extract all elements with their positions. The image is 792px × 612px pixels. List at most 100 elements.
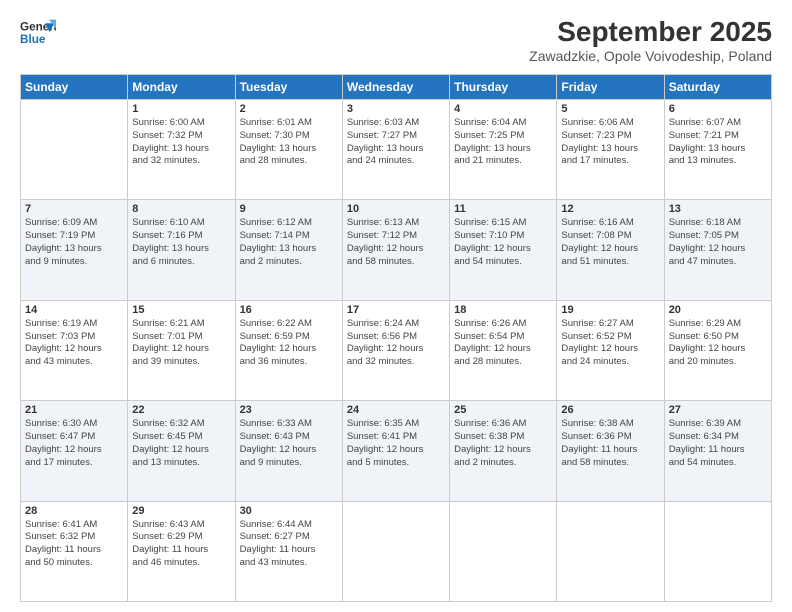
day-info: Sunrise: 6:09 AM Sunset: 7:19 PM Dayligh… bbox=[25, 217, 123, 268]
day-info: Sunrise: 6:35 AM Sunset: 6:41 PM Dayligh… bbox=[347, 418, 445, 469]
day-number: 13 bbox=[669, 203, 767, 215]
day-number: 6 bbox=[669, 103, 767, 115]
day-info: Sunrise: 6:10 AM Sunset: 7:16 PM Dayligh… bbox=[132, 217, 230, 268]
calendar-cell: 30 Sunrise: 6:44 AM Sunset: 6:27 PM Dayli… bbox=[235, 501, 342, 601]
day-number: 22 bbox=[132, 404, 230, 416]
day-info: Sunrise: 6:12 AM Sunset: 7:14 PM Dayligh… bbox=[240, 217, 338, 268]
day-info: Sunrise: 6:29 AM Sunset: 6:50 PM Dayligh… bbox=[669, 318, 767, 369]
calendar-cell bbox=[21, 100, 128, 200]
day-info: Sunrise: 6:24 AM Sunset: 6:56 PM Dayligh… bbox=[347, 318, 445, 369]
day-number: 30 bbox=[240, 505, 338, 517]
col-header-monday: Monday bbox=[128, 75, 235, 100]
day-number: 28 bbox=[25, 505, 123, 517]
calendar-cell: 10 Sunrise: 6:13 AM Sunset: 7:12 PM Dayli… bbox=[342, 200, 449, 300]
day-number: 17 bbox=[347, 304, 445, 316]
day-number: 10 bbox=[347, 203, 445, 215]
calendar-cell: 24 Sunrise: 6:35 AM Sunset: 6:41 PM Dayli… bbox=[342, 401, 449, 501]
day-number: 9 bbox=[240, 203, 338, 215]
calendar-cell: 6 Sunrise: 6:07 AM Sunset: 7:21 PM Daylig… bbox=[664, 100, 771, 200]
calendar-cell: 3Sunrise: 6:03 AM Sunset: 7:27 PM Daylig… bbox=[342, 100, 449, 200]
day-info: Sunrise: 6:30 AM Sunset: 6:47 PM Dayligh… bbox=[25, 418, 123, 469]
calendar-table: SundayMondayTuesdayWednesdayThursdayFrid… bbox=[20, 74, 772, 602]
day-info: Sunrise: 6:36 AM Sunset: 6:38 PM Dayligh… bbox=[454, 418, 552, 469]
calendar-cell: 8 Sunrise: 6:10 AM Sunset: 7:16 PM Daylig… bbox=[128, 200, 235, 300]
calendar-cell: 28 Sunrise: 6:41 AM Sunset: 6:32 PM Dayli… bbox=[21, 501, 128, 601]
calendar-cell: 9 Sunrise: 6:12 AM Sunset: 7:14 PM Daylig… bbox=[235, 200, 342, 300]
day-info: Sunrise: 6:06 AM Sunset: 7:23 PM Dayligh… bbox=[561, 117, 659, 168]
calendar-cell bbox=[450, 501, 557, 601]
calendar-cell: 23 Sunrise: 6:33 AM Sunset: 6:43 PM Dayli… bbox=[235, 401, 342, 501]
month-title: September 2025 bbox=[529, 16, 772, 48]
logo: General Blue bbox=[20, 16, 56, 52]
day-number: 26 bbox=[561, 404, 659, 416]
calendar-cell: 5 Sunrise: 6:06 AM Sunset: 7:23 PM Daylig… bbox=[557, 100, 664, 200]
day-info: Sunrise: 6:33 AM Sunset: 6:43 PM Dayligh… bbox=[240, 418, 338, 469]
day-number: 8 bbox=[132, 203, 230, 215]
day-info: Sunrise: 6:07 AM Sunset: 7:21 PM Dayligh… bbox=[669, 117, 767, 168]
calendar-cell: 2 Sunrise: 6:01 AM Sunset: 7:30 PM Daylig… bbox=[235, 100, 342, 200]
day-number: 29 bbox=[132, 505, 230, 517]
calendar-cell: 18 Sunrise: 6:26 AM Sunset: 6:54 PM Dayli… bbox=[450, 300, 557, 400]
day-number: 7 bbox=[25, 203, 123, 215]
calendar-cell bbox=[557, 501, 664, 601]
day-number: 4 bbox=[454, 103, 552, 115]
col-header-wednesday: Wednesday bbox=[342, 75, 449, 100]
calendar-cell: 12Sunrise: 6:16 AM Sunset: 7:08 PM Dayli… bbox=[557, 200, 664, 300]
day-info: Sunrise: 6:18 AM Sunset: 7:05 PM Dayligh… bbox=[669, 217, 767, 268]
col-header-tuesday: Tuesday bbox=[235, 75, 342, 100]
day-number: 19 bbox=[561, 304, 659, 316]
calendar-cell bbox=[664, 501, 771, 601]
day-info: Sunrise: 6:15 AM Sunset: 7:10 PM Dayligh… bbox=[454, 217, 552, 268]
logo-icon: General Blue bbox=[20, 16, 56, 52]
day-info: Sunrise: 6:21 AM Sunset: 7:01 PM Dayligh… bbox=[132, 318, 230, 369]
day-info: Sunrise: 6:41 AM Sunset: 6:32 PM Dayligh… bbox=[25, 519, 123, 570]
day-info: Sunrise: 6:22 AM Sunset: 6:59 PM Dayligh… bbox=[240, 318, 338, 369]
day-number: 11 bbox=[454, 203, 552, 215]
day-number: 14 bbox=[25, 304, 123, 316]
col-header-thursday: Thursday bbox=[450, 75, 557, 100]
col-header-friday: Friday bbox=[557, 75, 664, 100]
day-info: Sunrise: 6:27 AM Sunset: 6:52 PM Dayligh… bbox=[561, 318, 659, 369]
calendar-cell: 11 Sunrise: 6:15 AM Sunset: 7:10 PM Dayli… bbox=[450, 200, 557, 300]
calendar-cell: 29 Sunrise: 6:43 AM Sunset: 6:29 PM Dayli… bbox=[128, 501, 235, 601]
calendar-cell: 26 Sunrise: 6:38 AM Sunset: 6:36 PM Dayli… bbox=[557, 401, 664, 501]
svg-text:Blue: Blue bbox=[20, 33, 46, 46]
day-info: Sunrise: 6:39 AM Sunset: 6:34 PM Dayligh… bbox=[669, 418, 767, 469]
day-number: 3 bbox=[347, 103, 445, 115]
day-info: Sunrise: 6:32 AM Sunset: 6:45 PM Dayligh… bbox=[132, 418, 230, 469]
calendar-cell: 25 Sunrise: 6:36 AM Sunset: 6:38 PM Dayli… bbox=[450, 401, 557, 501]
calendar-cell bbox=[342, 501, 449, 601]
col-header-saturday: Saturday bbox=[664, 75, 771, 100]
day-info: Sunrise: 6:16 AM Sunset: 7:08 PM Dayligh… bbox=[561, 217, 659, 268]
calendar-cell: 27Sunrise: 6:39 AM Sunset: 6:34 PM Dayli… bbox=[664, 401, 771, 501]
day-info: Sunrise: 6:38 AM Sunset: 6:36 PM Dayligh… bbox=[561, 418, 659, 469]
day-number: 24 bbox=[347, 404, 445, 416]
day-number: 16 bbox=[240, 304, 338, 316]
calendar-cell: 20 Sunrise: 6:29 AM Sunset: 6:50 PM Dayli… bbox=[664, 300, 771, 400]
day-number: 18 bbox=[454, 304, 552, 316]
calendar-cell: 16 Sunrise: 6:22 AM Sunset: 6:59 PM Dayli… bbox=[235, 300, 342, 400]
day-number: 20 bbox=[669, 304, 767, 316]
day-info: Sunrise: 6:26 AM Sunset: 6:54 PM Dayligh… bbox=[454, 318, 552, 369]
calendar-cell: 4Sunrise: 6:04 AM Sunset: 7:25 PM Daylig… bbox=[450, 100, 557, 200]
day-info: Sunrise: 6:19 AM Sunset: 7:03 PM Dayligh… bbox=[25, 318, 123, 369]
title-block: September 2025 Zawadzkie, Opole Voivodes… bbox=[529, 16, 772, 64]
day-number: 5 bbox=[561, 103, 659, 115]
calendar-cell: 14 Sunrise: 6:19 AM Sunset: 7:03 PM Dayli… bbox=[21, 300, 128, 400]
calendar-cell: 21Sunrise: 6:30 AM Sunset: 6:47 PM Dayli… bbox=[21, 401, 128, 501]
col-header-sunday: Sunday bbox=[21, 75, 128, 100]
day-number: 1 bbox=[132, 103, 230, 115]
calendar-cell: 17 Sunrise: 6:24 AM Sunset: 6:56 PM Dayli… bbox=[342, 300, 449, 400]
calendar-cell: 1 Sunrise: 6:00 AM Sunset: 7:32 PM Daylig… bbox=[128, 100, 235, 200]
day-info: Sunrise: 6:43 AM Sunset: 6:29 PM Dayligh… bbox=[132, 519, 230, 570]
day-info: Sunrise: 6:13 AM Sunset: 7:12 PM Dayligh… bbox=[347, 217, 445, 268]
day-info: Sunrise: 6:44 AM Sunset: 6:27 PM Dayligh… bbox=[240, 519, 338, 570]
calendar-cell: 19 Sunrise: 6:27 AM Sunset: 6:52 PM Dayli… bbox=[557, 300, 664, 400]
calendar-cell: 15Sunrise: 6:21 AM Sunset: 7:01 PM Dayli… bbox=[128, 300, 235, 400]
day-info: Sunrise: 6:00 AM Sunset: 7:32 PM Dayligh… bbox=[132, 117, 230, 168]
location-subtitle: Zawadzkie, Opole Voivodeship, Poland bbox=[529, 48, 772, 64]
day-number: 2 bbox=[240, 103, 338, 115]
day-info: Sunrise: 6:01 AM Sunset: 7:30 PM Dayligh… bbox=[240, 117, 338, 168]
day-number: 25 bbox=[454, 404, 552, 416]
day-number: 23 bbox=[240, 404, 338, 416]
